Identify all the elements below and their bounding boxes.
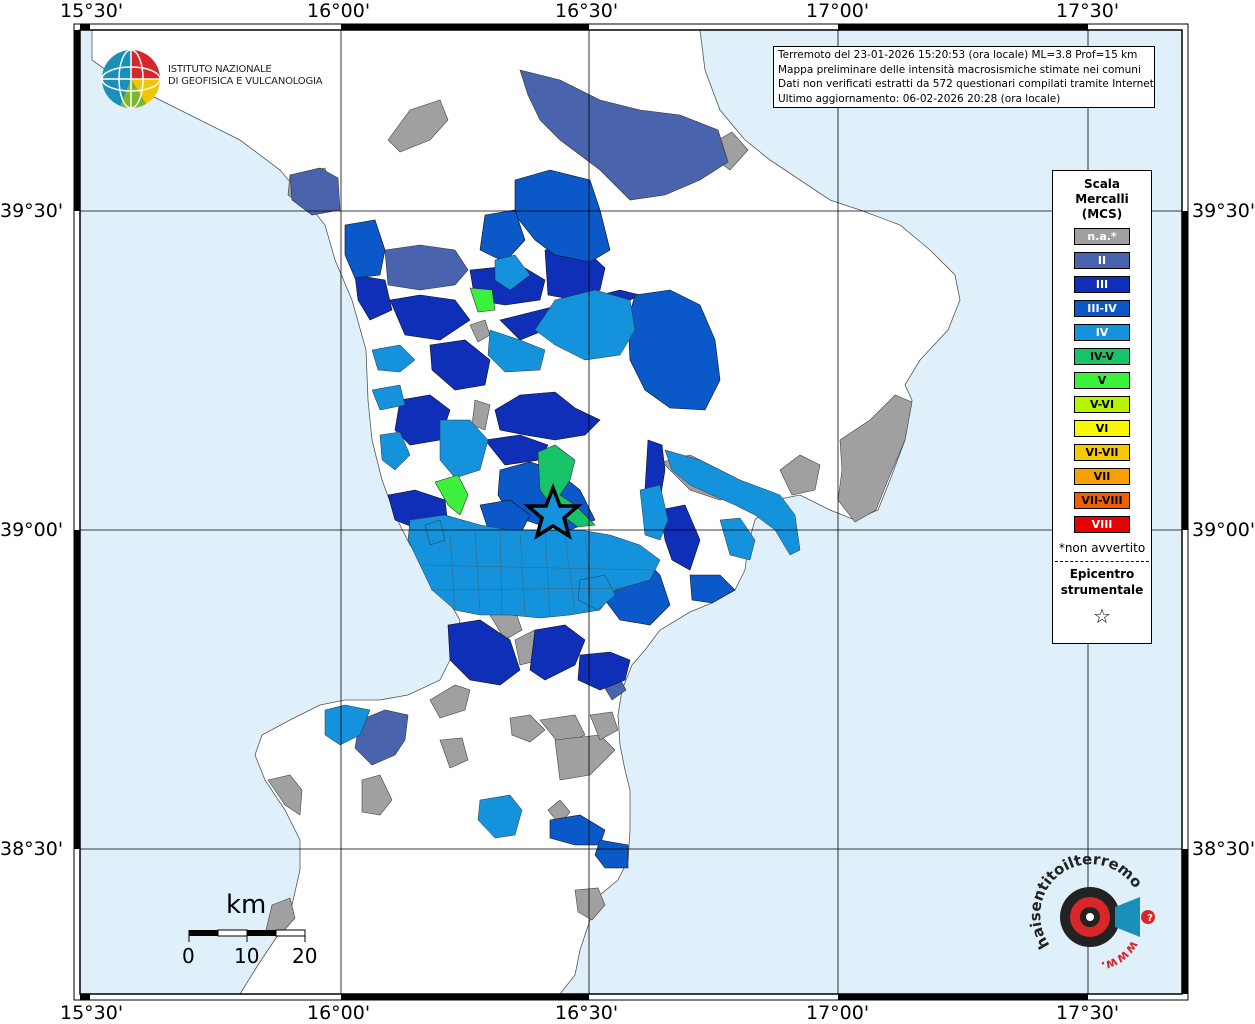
lat-tick-right-1: 39°30' <box>1192 200 1255 222</box>
scale-label-20: 20 <box>292 944 318 968</box>
info-line-1: Terremoto del 23-01-2026 15:20:53 (ora l… <box>778 49 1138 61</box>
legend-item-5: IV-V <box>1074 348 1130 365</box>
info-line-4: Ultimo aggiornamento: 06-02-2026 20:28 (… <box>778 92 1061 105</box>
hsit-emblem-icon: ? haisentitoilterremoto.it www. <box>1015 831 1155 974</box>
lon-tick-top-1: 15°30' <box>60 0 124 22</box>
svg-text:?: ? <box>1147 913 1153 924</box>
lon-tick-bottom-2: 16°00' <box>307 1002 371 1024</box>
info-line-2: Mappa preliminare delle intensità macros… <box>778 63 1141 76</box>
legend-title-line2: Mercalli <box>1075 192 1129 206</box>
lon-tick-bottom-3: 16°30' <box>555 1002 619 1024</box>
lon-tick-bottom-5: 17°30' <box>1056 1002 1120 1024</box>
ingv-logo: ISTITUTO NAZIONALE DI GEOFISICA E VULCAN… <box>100 48 323 110</box>
lat-tick-right-2: 39°00' <box>1192 519 1255 541</box>
legend-title-line3: (MCS) <box>1081 207 1123 221</box>
legend-title-line1: Scala <box>1083 177 1121 191</box>
globe-icon <box>101 49 161 109</box>
lon-tick-top-2: 16°00' <box>307 0 371 22</box>
ingv-line1: ISTITUTO NAZIONALE <box>168 64 272 75</box>
lon-tick-top-5: 17°30' <box>1056 0 1120 22</box>
legend-separator <box>1055 561 1149 562</box>
legend-item-8: VI <box>1074 420 1130 437</box>
legend-item-1: II <box>1074 252 1130 269</box>
legend-epicentre-line1: Epicentro <box>1069 567 1135 581</box>
star-icon: ☆ <box>1093 604 1111 628</box>
svg-text:www.: www. <box>1099 938 1141 974</box>
lon-tick-bottom-1: 15°30' <box>60 1002 124 1024</box>
legend-item-0: n.a.* <box>1074 228 1130 245</box>
legend-item-4: IV <box>1074 324 1130 341</box>
intensity-legend: Scala Mercalli (MCS) n.a.* II III III-IV IV I… <box>1052 170 1152 644</box>
legend-item-9: VI-VII <box>1074 444 1130 461</box>
lon-tick-top-4: 17°00' <box>806 0 870 22</box>
legend-note: *non avvertito <box>1058 541 1146 555</box>
lat-tick-left-2: 39°00' <box>0 519 64 541</box>
legend-item-12: VIII <box>1074 516 1130 533</box>
ingv-line2: DI GEOFISICA E VULCANOLOGIA <box>168 76 323 87</box>
legend-item-11: VII-VIII <box>1074 492 1130 509</box>
legend-item-2: III <box>1074 276 1130 293</box>
legend-title: Scala Mercalli (MCS) <box>1053 177 1151 222</box>
lat-tick-left-3: 38°30' <box>0 838 64 860</box>
info-line-3: Dati non verificati estratti da 572 ques… <box>778 78 1155 90</box>
lon-tick-bottom-4: 17°00' <box>806 1002 870 1024</box>
lon-tick-top-3: 16°30' <box>555 0 619 22</box>
hsit-logo: ? haisentitoilterremoto.it www. <box>1015 831 1180 985</box>
legend-epicentre: Epicentro strumentale <box>1053 566 1151 598</box>
legend-item-7: V-VI <box>1074 396 1130 413</box>
lat-tick-right-3: 38°30' <box>1192 838 1255 860</box>
legend-item-3: III-IV <box>1074 300 1130 317</box>
scale-unit: km <box>226 890 267 920</box>
legend-item-6: V <box>1074 372 1130 389</box>
legend-epicentre-line2: strumentale <box>1060 583 1144 597</box>
scale-label-10: 10 <box>234 944 260 968</box>
hsit-www-text: www. <box>1099 938 1141 974</box>
lat-tick-left-1: 39°30' <box>0 200 64 222</box>
event-info-box: Terremoto del 23-01-2026 15:20:53 (ora l… <box>773 46 1155 108</box>
scale-label-0: 0 <box>182 944 195 968</box>
legend-items: n.a.* II III III-IV IV IV-V V V-VI VI VI-VII VII VI… <box>1053 228 1151 533</box>
legend-item-10: VII <box>1074 468 1130 485</box>
